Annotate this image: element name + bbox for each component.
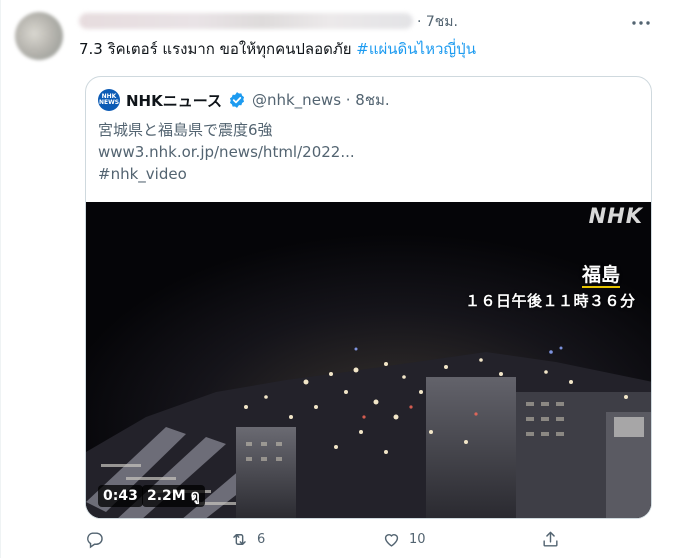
nhk-avatar[interactable]: NHK NEWS	[98, 89, 120, 111]
quoted-line-title: 宮城県と福島県で震度6強	[98, 121, 273, 139]
avatar[interactable]	[15, 12, 63, 60]
like-count: 10	[409, 532, 426, 547]
nhk-logo-subtext: NEWS	[98, 99, 120, 106]
heart-icon	[384, 534, 399, 547]
tweet-text: 7.3 ริคเตอร์ แรงมาก ขอให้ทุกคนปลอดภัย #แ…	[79, 39, 476, 59]
like-button[interactable]: 10	[382, 530, 426, 549]
quoted-line-url[interactable]: www3.nhk.or.jp/news/html/2022...	[98, 141, 355, 163]
retweet-count: 6	[257, 532, 266, 547]
video-location-caption: 福島	[582, 264, 621, 288]
quoted-author-name[interactable]: NHKニュース	[126, 90, 222, 111]
retweet-button[interactable]: 6	[230, 530, 265, 549]
quoted-tweet-text: 宮城県と福島県で震度6強 www3.nhk.or.jp/news/html/20…	[98, 119, 355, 185]
nhk-watermark: NHK	[588, 204, 643, 228]
hashtag-link[interactable]: #แผ่นดินไหวญี่ปุ่น	[356, 40, 476, 58]
video-player[interactable]: NHK 福島 １６日午後１１時３６分 0:43 2.2M ดู	[86, 202, 651, 518]
verified-badge-icon	[229, 92, 245, 108]
share-button[interactable]	[541, 530, 560, 549]
blurred-author-name[interactable]	[79, 13, 413, 29]
quoted-tweet-header: NHK NEWS NHKニュース @nhk_news · 8ชม.	[98, 89, 390, 111]
share-icon	[543, 531, 558, 547]
tweet[interactable]: · 7ชม. 7.3 ริคเตอร์ แรงมาก ขอให้ทุกคนปลอ…	[0, 0, 678, 558]
tweet-actions-bar: 6 10	[1, 530, 678, 558]
tweet-body: 7.3 ริคเตอร์ แรงมาก ขอให้ทุกคนปลอดภัย	[79, 40, 357, 58]
quoted-line-hashtag[interactable]: #nhk_video	[98, 163, 355, 185]
tweet-time[interactable]: · 7ชม.	[417, 12, 458, 32]
quoted-author-handle[interactable]: @nhk_news · 8ชม.	[252, 88, 390, 112]
more-options-icon[interactable]	[628, 12, 654, 34]
video-timestamp-caption: １６日午後１１時３６分	[465, 292, 636, 310]
reply-button[interactable]	[85, 530, 104, 549]
night-city-video-frame	[86, 202, 651, 518]
reply-icon	[87, 532, 103, 549]
quoted-tweet[interactable]: NHK NEWS NHKニュース @nhk_news · 8ชม. 宮城県と福島…	[85, 76, 652, 519]
retweet-icon	[233, 534, 246, 545]
video-duration-badge: 0:43	[98, 485, 143, 507]
video-views-badge: 2.2M ดู	[142, 485, 205, 507]
